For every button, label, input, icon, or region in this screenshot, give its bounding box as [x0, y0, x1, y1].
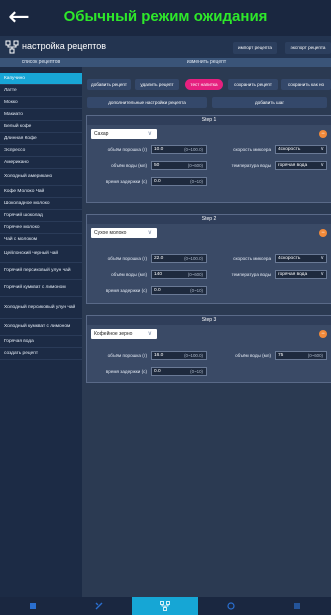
ingredient-select[interactable]: Кофейное зерно ∨ — [91, 329, 157, 339]
sidebar-item[interactable]: Холодный персиковый улун чай — [0, 297, 82, 319]
sidebar-item[interactable]: Макиато — [0, 109, 82, 121]
ingredient-value: Сухое молоко — [94, 230, 127, 236]
recipe-tree-icon — [5, 40, 19, 54]
add-step-button[interactable]: добавить шаг — [212, 97, 327, 108]
mixer-label: скорость миксера — [233, 256, 271, 261]
delete-recipe-button[interactable]: удалить рецепт — [135, 79, 179, 90]
list-icon — [294, 603, 300, 609]
tab-recipes[interactable] — [132, 597, 198, 615]
delay-label: время задержки (с) — [105, 179, 147, 184]
powder-label: объём порошка (г) — [107, 147, 147, 152]
recipe-editor: добавить рецепт удалить рецепт тест напи… — [82, 67, 331, 597]
remove-step-icon[interactable]: − — [319, 229, 327, 237]
chevron-down-icon: ∨ — [320, 271, 324, 277]
step-title: Step 1 — [87, 116, 331, 125]
tab-home[interactable] — [0, 597, 66, 615]
recipe-list: Капучино Латте Мокко Макиато Белый кофе Длинн… — [0, 67, 82, 597]
sidebar-item[interactable]: Горячий кумкват с лимоном — [0, 280, 82, 297]
powder-input[interactable]: 16.0 (0~100.0) — [151, 351, 207, 360]
sidebar-item[interactable]: Шоколадное молоко — [0, 198, 82, 210]
remove-step-icon[interactable]: − — [319, 330, 327, 338]
mixer-select[interactable]: 4скорость ∨ — [275, 145, 327, 154]
sidebar-item[interactable]: Мокко — [0, 97, 82, 109]
tab-tools[interactable] — [66, 597, 132, 615]
delay-label: время задержки (с) — [105, 369, 147, 374]
sidebar-item[interactable]: Эспрессо — [0, 145, 82, 157]
water-temp-select[interactable]: горячая вода ∨ — [275, 270, 327, 279]
advanced-settings-button[interactable]: дополнительные настройки рецепта — [87, 97, 207, 108]
maintenance-icon — [227, 602, 235, 610]
sidebar-item[interactable]: Горячий шоколад — [0, 210, 82, 222]
home-icon — [30, 603, 36, 609]
sidebar-item[interactable]: Латте — [0, 85, 82, 97]
powder-input[interactable]: 10.0 (0~100.0) — [151, 145, 207, 154]
chevron-down-icon: ∨ — [320, 146, 324, 152]
step-title: Step 3 — [87, 316, 331, 325]
settings-title: настройка рецептов — [22, 41, 107, 51]
delay-input[interactable]: 0.0 (0~10) — [151, 367, 207, 376]
chevron-down-icon: ∨ — [147, 330, 152, 337]
water-input[interactable]: 140 (0~600) — [151, 270, 207, 279]
sidebar-item[interactable]: Холодный кумкват с лимоном — [0, 319, 82, 336]
remove-step-icon[interactable]: − — [319, 130, 327, 138]
water-temp-select[interactable]: горячая вода ∨ — [275, 161, 327, 170]
sidebar-item[interactable]: Горячая вода — [0, 336, 82, 348]
mixer-select[interactable]: 4скорость ∨ — [275, 254, 327, 263]
drink-test-button[interactable]: тест напитка — [185, 79, 223, 90]
powder-label: объём порошка (г) — [107, 353, 147, 358]
water-input[interactable]: 75 (0~600) — [275, 351, 327, 360]
page-title: Обычный режим ожидания — [63, 8, 268, 25]
tools-icon — [95, 602, 103, 610]
delay-input[interactable]: 0.0 (0~10) — [151, 177, 207, 186]
ingredient-select[interactable]: Сухое молоко ∨ — [91, 228, 157, 238]
step-card: Step 1 Сахар ∨ − объём порошка (г) 10.0(… — [86, 115, 331, 203]
water-input[interactable]: 50 (0~600) — [151, 161, 207, 170]
water-temp-label: температура воды — [231, 163, 271, 168]
save-as-button[interactable]: сохранить как но — [281, 79, 331, 90]
chevron-down-icon: ∨ — [320, 162, 324, 168]
recipe-list-header: список рецептов — [0, 58, 82, 67]
export-recipe-button[interactable]: экспорт рецепта — [285, 42, 331, 54]
step-card: Step 3 Кофейное зерно ∨ − объём порошка … — [86, 315, 331, 383]
edit-recipe-header: изменить рецепт — [82, 58, 331, 67]
sidebar-item[interactable]: Цейлонский черный чай — [0, 246, 82, 263]
chevron-down-icon: ∨ — [147, 229, 152, 236]
sidebar-item[interactable]: Холодный американо — [0, 169, 82, 186]
step-title: Step 2 — [87, 215, 331, 224]
chevron-down-icon: ∨ — [147, 130, 152, 137]
step-card: Step 2 Сухое молоко ∨ − объём порошка (г… — [86, 214, 331, 304]
water-label: объём воды (мл) — [111, 272, 147, 277]
sidebar-item[interactable]: Капучино — [0, 73, 82, 85]
ingredient-value: Сахар — [94, 131, 109, 137]
import-recipe-button[interactable]: импорт рецепта — [233, 42, 277, 54]
sidebar-item[interactable]: Кофе Молоко Чай — [0, 186, 82, 198]
sidebar-item[interactable]: Горячее молоко — [0, 222, 82, 234]
bottom-tab-bar — [0, 597, 331, 615]
mixer-label: скорость миксера — [233, 147, 271, 152]
sidebar-item[interactable]: Чай с молоком — [0, 234, 82, 246]
save-recipe-button[interactable]: сохранить рецепт — [228, 79, 278, 90]
sidebar-item[interactable]: Длинная Кофе — [0, 133, 82, 145]
sidebar-item[interactable]: Белый кофе — [0, 121, 82, 133]
delay-label: время задержки (с) — [105, 288, 147, 293]
tab-list[interactable] — [264, 597, 330, 615]
recipe-settings-bar: настройка рецептов импорт рецепта экспор… — [0, 36, 331, 58]
sidebar-item[interactable]: создать рецепт — [0, 348, 82, 360]
powder-label: объём порошка (г) — [107, 256, 147, 261]
delay-input[interactable]: 0.0 (0~10) — [151, 286, 207, 295]
water-label: объём воды (мл) — [111, 163, 147, 168]
sidebar-item[interactable]: Американо — [0, 157, 82, 169]
add-recipe-button[interactable]: добавить рецепт — [87, 79, 131, 90]
top-bar: ← Обычный режим ожидания — [0, 0, 331, 36]
ingredient-value: Кофейное зерно — [94, 331, 133, 337]
powder-input[interactable]: 22.0 (0~100.0) — [151, 254, 207, 263]
ingredient-select[interactable]: Сахар ∨ — [91, 129, 157, 139]
sidebar-item[interactable]: Горячий персиковый улун чай — [0, 263, 82, 280]
tab-maintenance[interactable] — [198, 597, 264, 615]
chevron-down-icon: ∨ — [320, 255, 324, 261]
recipe-icon — [160, 601, 170, 611]
water-label: объём воды (мл) — [235, 353, 271, 358]
water-temp-label: температура воды — [231, 272, 271, 277]
